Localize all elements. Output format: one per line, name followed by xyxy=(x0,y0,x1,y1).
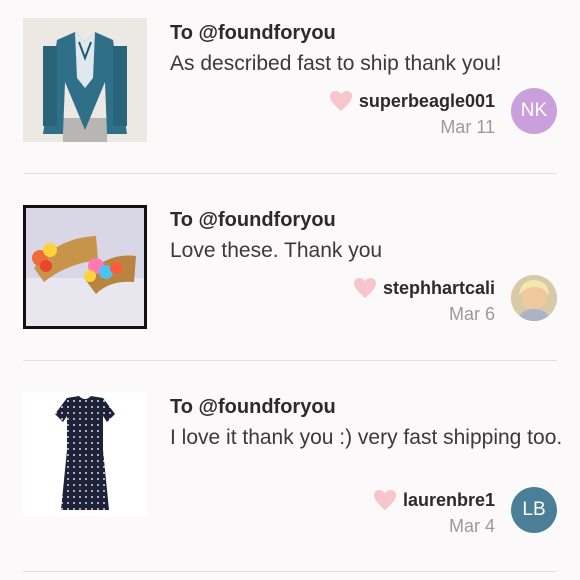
flower-wedge-sandals-photo xyxy=(26,208,144,326)
polka-dot-dress-photo xyxy=(23,392,147,516)
reviewer-username: laurenbre1 xyxy=(402,489,495,510)
avatar-initials: NK xyxy=(520,100,548,121)
divider xyxy=(23,571,557,572)
avatar[interactable] xyxy=(511,275,557,321)
listing-thumbnail[interactable] xyxy=(23,18,147,142)
heart-icon xyxy=(353,278,376,298)
review-date: Mar 4 xyxy=(448,516,495,536)
love-notes-feed: To @foundforyou As described fast to shi… xyxy=(0,0,580,580)
reviewer-username: superbeagle001 xyxy=(358,90,495,111)
avatar-initials: LB xyxy=(522,499,546,520)
reviewer-username: stephhartcali xyxy=(382,277,495,298)
recipient-heading: To @foundforyou xyxy=(170,22,336,44)
listing-thumbnail[interactable] xyxy=(23,205,147,329)
divider xyxy=(23,360,557,361)
review-item: To @foundforyou I love it thank you :) v… xyxy=(0,374,580,560)
recipient-heading: To @foundforyou xyxy=(170,209,336,231)
avatar[interactable]: NK xyxy=(511,88,557,134)
reviewer[interactable]: stephhartcali xyxy=(353,277,495,299)
avatar[interactable]: LB xyxy=(511,487,557,533)
review-item: To @foundforyou As described fast to shi… xyxy=(0,0,580,186)
review-date: Mar 11 xyxy=(440,117,495,137)
reviewer[interactable]: laurenbre1 xyxy=(373,489,495,511)
avatar-photo xyxy=(511,275,557,321)
recipient-heading: To @foundforyou xyxy=(170,396,336,418)
divider xyxy=(23,173,557,174)
listing-thumbnail[interactable] xyxy=(23,392,147,516)
heart-icon xyxy=(329,91,352,111)
review-date: Mar 6 xyxy=(448,304,495,324)
reviewer[interactable]: superbeagle001 xyxy=(329,90,495,112)
review-message: Love these. Thank you xyxy=(170,239,383,262)
heart-icon xyxy=(373,490,396,510)
review-message: I love it thank you :) very fast shippin… xyxy=(170,426,563,449)
review-item: To @foundforyou Love these. Thank you st… xyxy=(0,187,580,373)
review-message: As described fast to ship thank you! xyxy=(170,52,502,75)
teal-blazer-photo xyxy=(23,18,147,142)
